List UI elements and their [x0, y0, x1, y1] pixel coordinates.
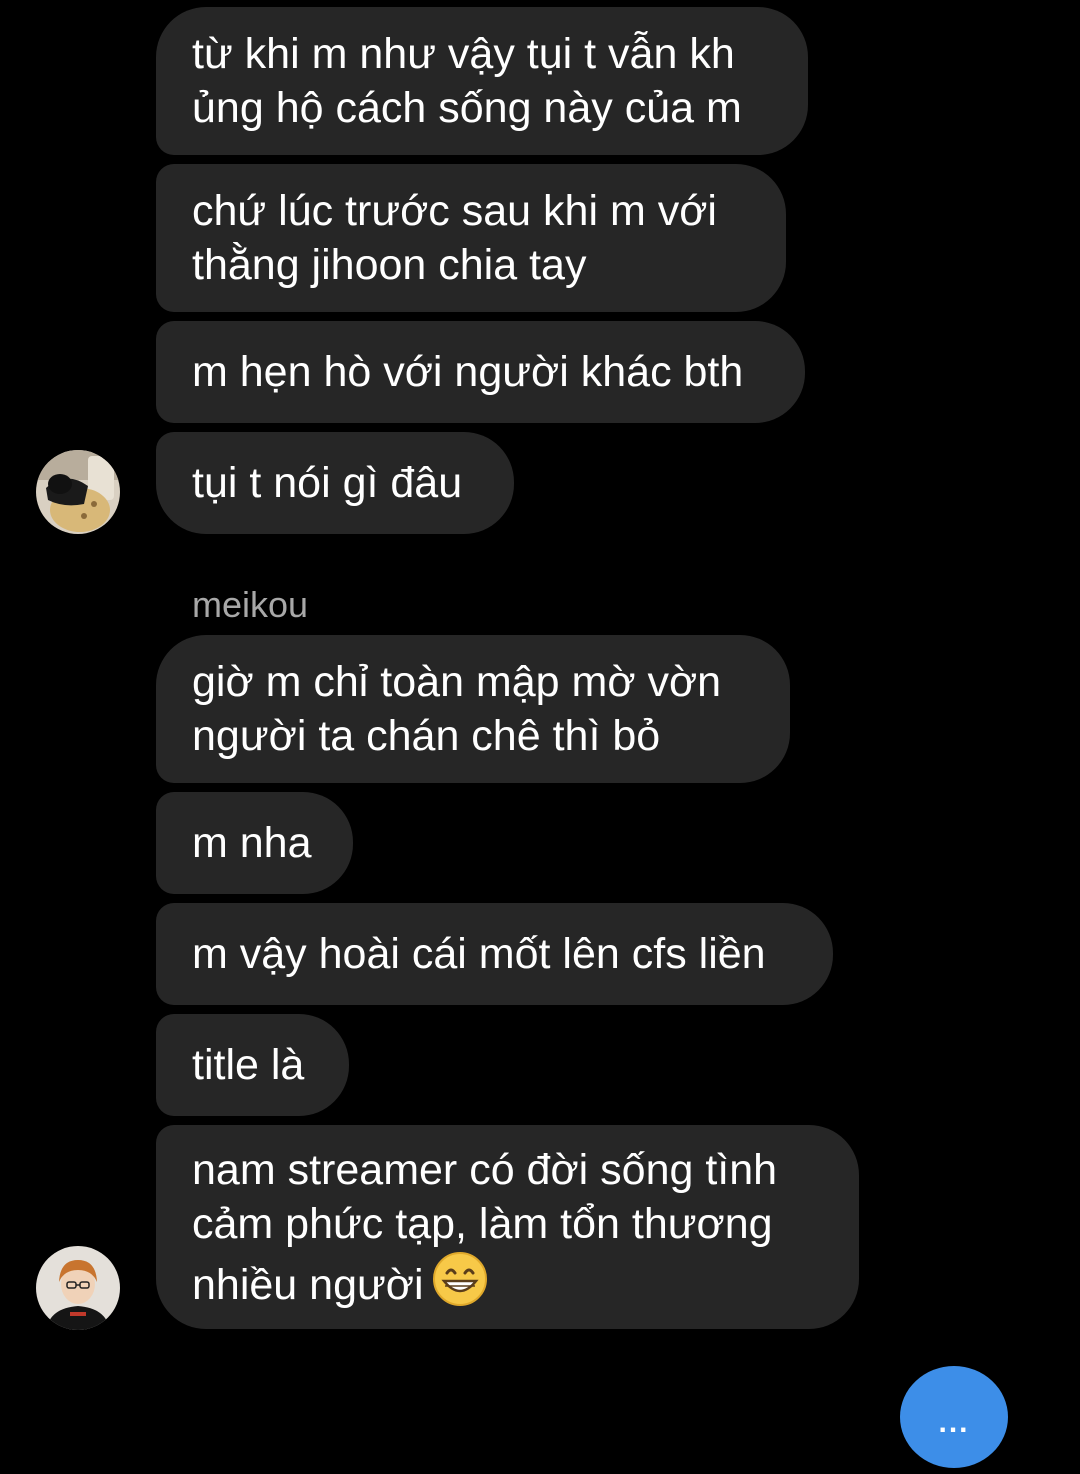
typing-indicator-dots: ...: [938, 1406, 970, 1439]
avatar-photo-icon: [36, 450, 120, 534]
message-bubble[interactable]: m nha: [156, 792, 353, 894]
message-bubble[interactable]: title là: [156, 1014, 349, 1116]
message-text-wrap: nam streamer có đời sống tình cảm phức t…: [192, 1143, 777, 1312]
typing-indicator-button[interactable]: ...: [900, 1366, 1008, 1468]
message-bubble[interactable]: m vậy hoài cái mốt lên cfs liền: [156, 903, 833, 1005]
message-text: tụi t nói gì đâu: [192, 459, 463, 507]
message-text: chứ lúc trước sau khi m với thằng jihoon…: [192, 187, 717, 289]
message-text: giờ m chỉ toàn mập mờ vờn người ta chán …: [192, 658, 722, 760]
message-bubble[interactable]: nam streamer có đời sống tình cảm phức t…: [156, 1125, 859, 1329]
message-text: title là: [192, 1041, 305, 1089]
message-bubble[interactable]: giờ m chỉ toàn mập mờ vờn người ta chán …: [156, 635, 790, 783]
message-text: m vậy hoài cái mốt lên cfs liền: [192, 930, 766, 978]
message-text: từ khi m như vậy tụi t vẫn kh ủng hộ các…: [192, 30, 742, 132]
message-bubble[interactable]: chứ lúc trước sau khi m với thằng jihoon…: [156, 164, 786, 312]
message-bubble[interactable]: từ khi m như vậy tụi t vẫn kh ủng hộ các…: [156, 7, 808, 155]
grinning-face-emoji-icon: [432, 1251, 487, 1306]
sender-name: meikou: [192, 584, 309, 625]
message-bubble[interactable]: m hẹn hò với người khác bth: [156, 321, 805, 423]
avatar-photo-icon: [36, 1246, 120, 1330]
sender-avatar[interactable]: [36, 1246, 120, 1330]
message-bubble[interactable]: tụi t nói gì đâu: [156, 432, 514, 534]
sender-avatar[interactable]: [36, 450, 120, 534]
message-text: m hẹn hò với người khác bth: [192, 348, 744, 396]
message-text: m nha: [192, 819, 312, 867]
